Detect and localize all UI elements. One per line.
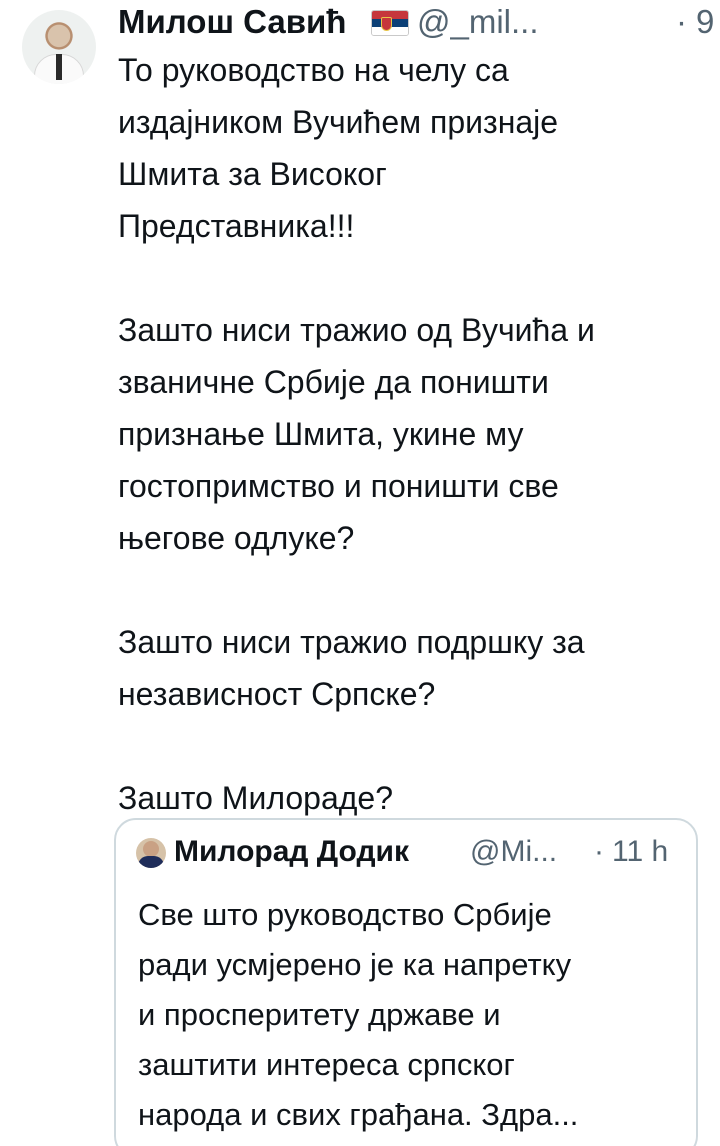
- text-line: ради усмјерено је ка напретку: [138, 947, 572, 982]
- text-line: народа и свих грађана. Здра...: [138, 1097, 579, 1132]
- text-line: његове одлуке?: [118, 520, 355, 556]
- quoted-author-display-name: Милорад Додик: [174, 835, 409, 868]
- quoted-author-handle: @Mi...: [470, 835, 558, 868]
- tweet[interactable]: Милош Савић @_mil... · 9 h То руководств…: [0, 0, 720, 1146]
- quoted-author-avatar: [136, 838, 166, 868]
- text-line: заштити интереса српског: [138, 1047, 515, 1082]
- text-line: Све што руководство Србије: [138, 897, 552, 932]
- tweet-text: То руководство на челу са издајником Вучи…: [118, 44, 708, 824]
- text-line: издајником Вучићем признаје: [118, 104, 559, 140]
- quoted-tweet-text: Све што руководство Србије ради усмјерено…: [138, 890, 686, 1140]
- text-line: Представника!!!: [118, 208, 355, 244]
- quoted-tweet-timestamp: 11 h: [612, 835, 669, 868]
- text-line: Зашто Милораде?: [118, 780, 393, 816]
- text-line: гостопримство и поништи све: [118, 468, 559, 504]
- text-line: званичне Србије да поништи: [118, 364, 549, 400]
- quoted-header-separator: ·: [594, 835, 604, 868]
- text-line: Зашто ниси тражио подршку за: [118, 624, 585, 660]
- text-line: Шмита за Високог: [118, 156, 387, 192]
- text-line: [118, 720, 708, 772]
- avatar-tie: [56, 54, 62, 80]
- text-line: признање Шмита, укине му: [118, 416, 524, 452]
- text-line: и просперитету државе и: [138, 997, 501, 1032]
- header-separator: ·: [676, 3, 687, 40]
- text-line: То руководство на челу са: [118, 52, 509, 88]
- quoted-tweet[interactable]: Милорад Додик @Mi... · 11 h Све што руко…: [114, 818, 698, 1146]
- text-line: Зашто ниси тражио од Вучића и: [118, 312, 595, 348]
- author-display-name[interactable]: Милош Савић: [118, 2, 346, 42]
- text-line: независност Српске?: [118, 676, 436, 712]
- serbia-flag-icon: [371, 10, 409, 36]
- text-line: [118, 564, 708, 616]
- tweet-header: Милош Савић @_mil... · 9 h: [118, 2, 720, 42]
- tweet-timestamp[interactable]: 9 h: [696, 2, 720, 42]
- text-line: [118, 252, 708, 304]
- author-handle[interactable]: @_mil...: [417, 2, 539, 42]
- author-avatar[interactable]: [22, 10, 96, 84]
